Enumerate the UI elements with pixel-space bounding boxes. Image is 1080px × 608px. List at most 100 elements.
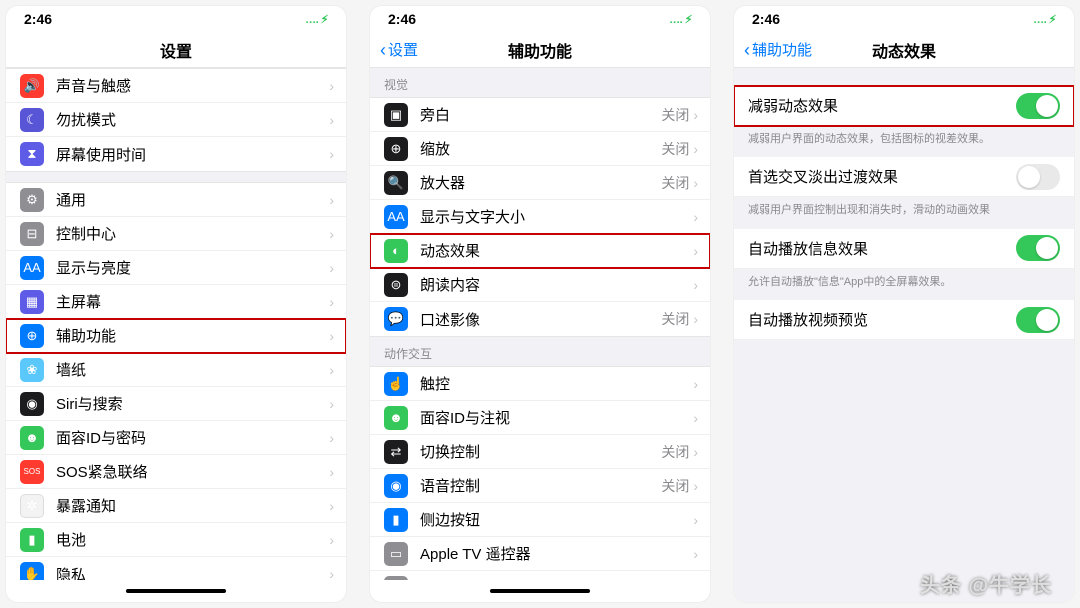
chevron-right-icon: › [693,546,698,562]
row-faceid[interactable]: ☻面容ID与密码› [6,421,346,455]
row-label: 缩放 [420,138,661,159]
row-label: 控制中心 [56,223,329,244]
row-label: 辅助功能 [56,325,329,346]
phone-motion: 2:46 …. ⚡︎ ‹ 辅助功能 动态效果 减弱动态效果减弱用户界面的动态效果… [734,6,1074,602]
row-label: 隐私 [56,564,329,581]
status-bar: 2:46 …. ⚡︎ [734,6,1074,32]
row-spoken[interactable]: ⊜朗读内容› [370,268,710,302]
toggle-label: 首选交叉淡出过渡效果 [748,166,1016,187]
motion-list[interactable]: 减弱动态效果减弱用户界面的动态效果，包括图标的视差效果。首选交叉淡出过渡效果减弱… [734,68,1074,602]
chevron-right-icon: › [329,192,334,208]
row-touch[interactable]: ☝触控› [370,367,710,401]
chevron-right-icon: › [329,260,334,276]
row-siri[interactable]: ◉Siri与搜索› [6,387,346,421]
display-icon: AA [20,256,44,280]
sidebtn-icon: ▮ [384,508,408,532]
row-label: 语音控制 [420,475,661,496]
row-general[interactable]: ⚙通用› [6,183,346,217]
chevron-left-icon: ‹ [380,41,386,59]
row-battery[interactable]: ▮ 电池› [6,523,346,557]
chevron-right-icon: › [329,146,334,162]
chevron-right-icon: › [693,444,698,460]
chevron-right-icon: › [329,464,334,480]
audiodesc-icon: 💬 [384,307,408,331]
touch-icon: ☝ [384,372,408,396]
battery-icon: …. ⚡︎ [1033,13,1056,26]
row-sos[interactable]: SOSSOS紧急联络› [6,455,346,489]
chevron-right-icon: › [693,243,698,259]
row-label: 电池 [56,529,329,550]
keyboard-icon: ⌨ [384,576,408,580]
row-label: 显示与亮度 [56,257,329,278]
back-button[interactable]: ‹ 设置 [380,39,418,60]
row-switch[interactable]: ⇄切换控制关闭› [370,435,710,469]
faceatt-icon: ☻ [384,406,408,430]
footnote: 减弱用户界面的动态效果，包括图标的视差效果。 [734,126,1074,157]
home-indicator[interactable] [370,580,710,602]
row-textsize[interactable]: AA显示与文字大小› [370,200,710,234]
switch-icon: ⇄ [384,440,408,464]
chevron-right-icon: › [329,430,334,446]
row-value: 关闭 [661,105,689,125]
back-label: 设置 [388,39,418,60]
row-home[interactable]: ▦主屏幕› [6,285,346,319]
row-magnifier[interactable]: 🔍放大器关闭› [370,166,710,200]
home-indicator[interactable] [6,580,346,602]
row-accessibility[interactable]: ⊕辅助功能› [6,319,346,353]
phone-settings: 2:46 …. ⚡︎ 设置 🔊声音与触感›☾勿扰模式›⧗屏幕使用时间›⚙通用›⊟… [6,6,346,602]
row-zoom[interactable]: ⊕缩放关闭› [370,132,710,166]
row-keyboard[interactable]: ⌨键盘› [370,571,710,580]
back-button[interactable]: ‹ 辅助功能 [744,39,812,60]
battery-icon: …. ⚡︎ [669,13,692,26]
row-voicectl[interactable]: ◉语音控制关闭› [370,469,710,503]
accessibility-list[interactable]: 视觉▣旁白关闭›⊕缩放关闭›🔍放大器关闭›AA显示与文字大小›◐动态效果›⊜朗读… [370,68,710,580]
back-label: 辅助功能 [752,39,812,60]
row-faceatt[interactable]: ☻面容ID与注视› [370,401,710,435]
row-label: Apple TV 遥控器 [420,543,693,564]
row-value: 关闭 [661,476,689,496]
row-display[interactable]: AA 显示与亮度› [6,251,346,285]
row-screentime[interactable]: ⧗屏幕使用时间› [6,137,346,171]
battery-icon: ▮ [20,528,44,552]
page-title: 动态效果 [872,38,936,62]
row-value: 关闭 [661,442,689,462]
toggle-label: 减弱动态效果 [748,95,1016,116]
row-control[interactable]: ⊟控制中心› [6,217,346,251]
navbar: 设置 [6,32,346,68]
chevron-right-icon: › [693,175,698,191]
toggle-reduce[interactable] [1016,93,1060,119]
toggle-crossfade[interactable] [1016,164,1060,190]
motion-icon: ◐ [384,239,408,263]
settings-list[interactable]: 🔊声音与触感›☾勿扰模式›⧗屏幕使用时间›⚙通用›⊟控制中心›AA显示与亮度›▦… [6,68,346,580]
chevron-right-icon: › [693,311,698,327]
toggle-autoplaymsg[interactable] [1016,235,1060,261]
chevron-right-icon: › [693,141,698,157]
row-sidebtn[interactable]: ▮侧边按钮› [370,503,710,537]
row-label: 声音与触感 [56,75,329,96]
control-icon: ⊟ [20,222,44,246]
section-header: 动作交互 [370,337,710,366]
row-exposure[interactable]: ✲暴露通知› [6,489,346,523]
watermark: 头条 @牛学长 [920,569,1052,598]
toggle-autoplayvid[interactable] [1016,307,1060,333]
row-privacy[interactable]: ✋隐私› [6,557,346,580]
chevron-right-icon: › [329,362,334,378]
toggle-row-autoplaymsg: 自动播放信息效果 [734,229,1074,269]
section-header: 视觉 [370,68,710,97]
toggle-label: 自动播放信息效果 [748,238,1016,259]
phone-accessibility: 2:46 …. ⚡︎ ‹ 设置 辅助功能 视觉▣旁白关闭›⊕缩放关闭›🔍放大器关… [370,6,710,602]
chevron-right-icon: › [693,376,698,392]
toggle-row-crossfade: 首选交叉淡出过渡效果 [734,157,1074,197]
row-wallpaper[interactable]: ❀墙纸› [6,353,346,387]
row-motion[interactable]: ◐动态效果› [370,234,710,268]
row-audiodesc[interactable]: 💬口述影像关闭› [370,302,710,336]
row-label: 侧边按钮 [420,509,693,530]
row-label: 墙纸 [56,359,329,380]
chevron-right-icon: › [329,532,334,548]
page-title: 设置 [160,38,192,62]
row-voiceover[interactable]: ▣旁白关闭› [370,98,710,132]
row-appletv[interactable]: ▭Apple TV 遥控器› [370,537,710,571]
footnote: 允许自动播放"信息"App中的全屏幕效果。 [734,269,1074,300]
row-dnd[interactable]: ☾勿扰模式› [6,103,346,137]
row-sound[interactable]: 🔊声音与触感› [6,69,346,103]
